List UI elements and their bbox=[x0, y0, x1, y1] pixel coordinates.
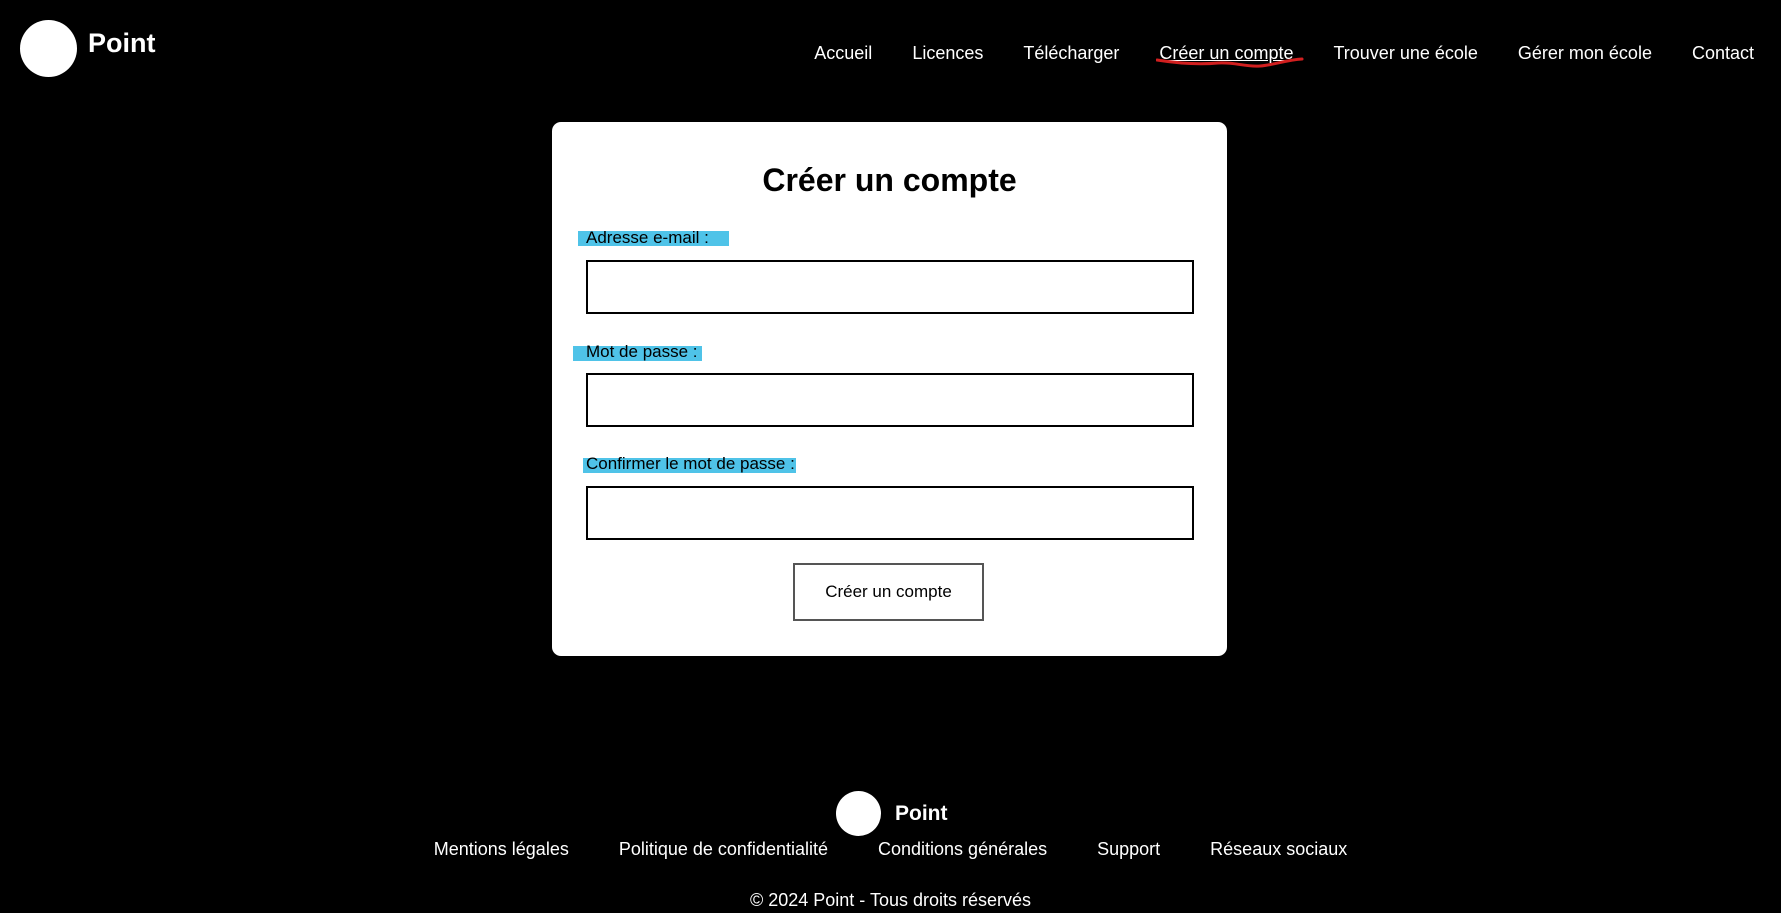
page: Point Accueil Licences Télécharger Créer… bbox=[0, 0, 1781, 913]
nav-item-contact[interactable]: Contact bbox=[1692, 43, 1754, 64]
email-label-text: Adresse e-mail : bbox=[586, 228, 709, 247]
footer-link-mentions-legales[interactable]: Mentions légales bbox=[434, 839, 569, 860]
footer-logo-circle-icon bbox=[836, 791, 881, 836]
password-field[interactable] bbox=[586, 373, 1194, 427]
email-field[interactable] bbox=[586, 260, 1194, 314]
password-label: Mot de passe : bbox=[586, 342, 698, 362]
password-label-text: Mot de passe bbox=[586, 342, 689, 361]
nav-item-trouver-une-ecole[interactable]: Trouver une école bbox=[1333, 43, 1477, 64]
register-card: Créer un compte Adresse e-mail : Mot de … bbox=[552, 122, 1227, 656]
nav-item-gerer-mon-ecole[interactable]: Gérer mon école bbox=[1518, 43, 1652, 64]
nav-item-accueil[interactable]: Accueil bbox=[814, 43, 872, 64]
footer-link-support[interactable]: Support bbox=[1097, 839, 1160, 860]
logo-circle-icon bbox=[20, 20, 77, 77]
brand-name: Point bbox=[88, 28, 156, 58]
confirm-password-label-colon: : bbox=[790, 454, 795, 473]
footer-brand-name: Point bbox=[895, 801, 948, 825]
footer-brand: Point bbox=[836, 791, 948, 836]
confirm-password-label-text: Confirmer le mot de passe bbox=[586, 454, 786, 473]
nav-item-telecharger[interactable]: Télécharger bbox=[1023, 43, 1119, 64]
footer-link-politique-confidentialite[interactable]: Politique de confidentialité bbox=[619, 839, 828, 860]
copyright: © 2024 Point - Tous droits réservés bbox=[749, 890, 1032, 910]
confirm-password-label: Confirmer le mot de passe : bbox=[586, 454, 795, 474]
footer-link-conditions-generales[interactable]: Conditions générales bbox=[878, 839, 1047, 860]
nav-item-creer-un-compte[interactable]: Créer un compte bbox=[1156, 43, 1304, 68]
create-account-button[interactable]: Créer un compte bbox=[793, 563, 984, 621]
nav-item-creer-un-compte-label: Créer un compte bbox=[1159, 43, 1294, 63]
brand-logo[interactable]: Point bbox=[20, 20, 156, 77]
confirm-password-field[interactable] bbox=[586, 486, 1194, 540]
footer-link-reseaux-sociaux[interactable]: Réseaux sociaux bbox=[1210, 839, 1347, 860]
nav-item-licences[interactable]: Licences bbox=[912, 43, 983, 64]
password-label-colon: : bbox=[692, 342, 698, 361]
email-label: Adresse e-mail : bbox=[586, 228, 709, 248]
footer-links: Mentions légales Politique de confidenti… bbox=[0, 839, 1781, 860]
main-nav: Accueil Licences Télécharger Créer un co… bbox=[774, 43, 1754, 68]
form-title: Créer un compte bbox=[762, 162, 1017, 198]
